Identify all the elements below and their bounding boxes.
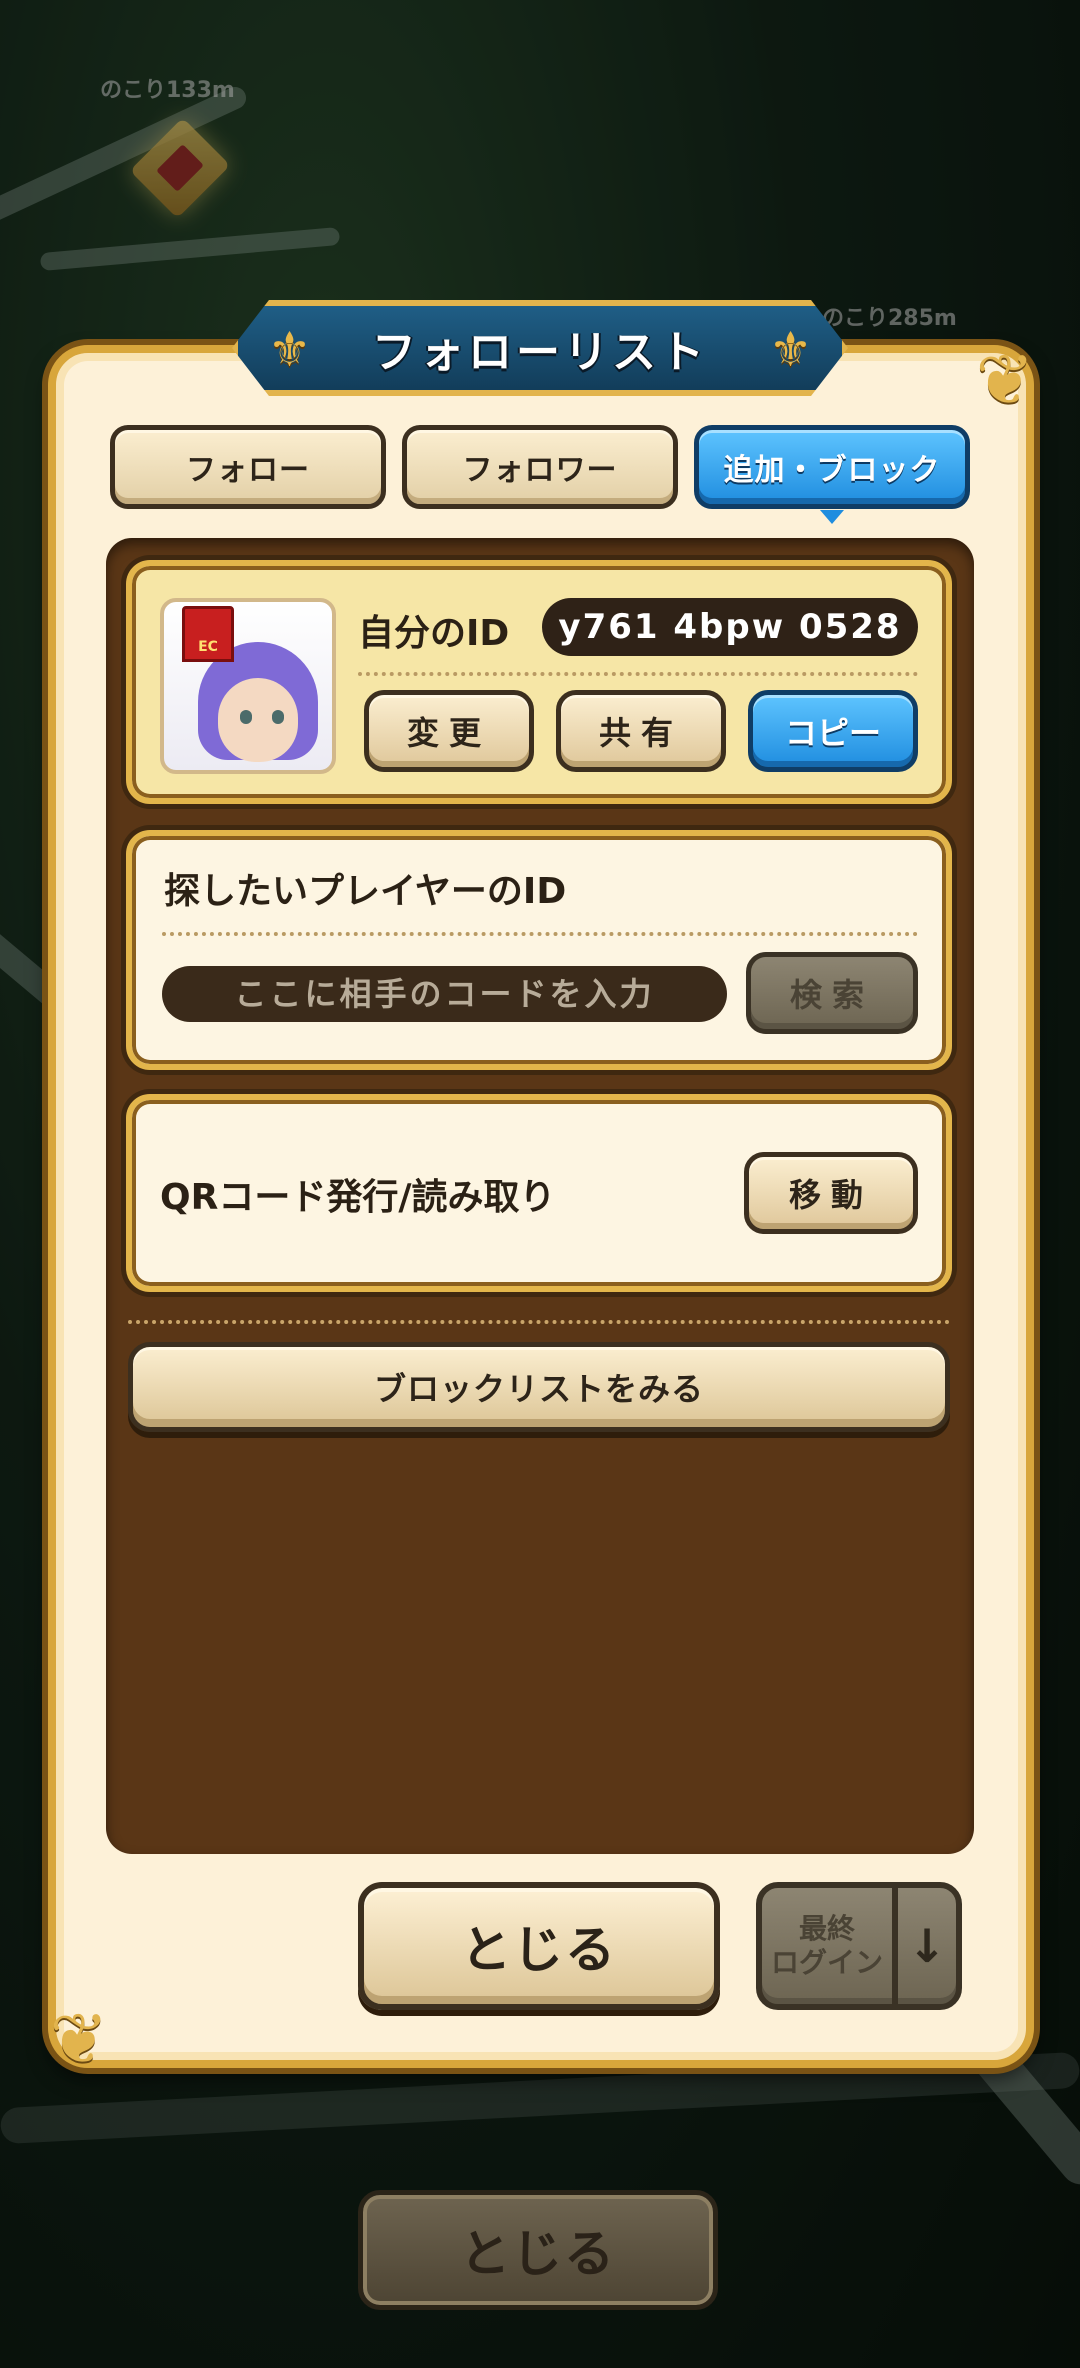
player-id-input[interactable] xyxy=(162,966,727,1022)
corner-ornament-icon: ❦ xyxy=(975,339,1035,421)
close-button[interactable]: とじる xyxy=(358,1882,720,2010)
copy-id-button[interactable]: コピー xyxy=(748,690,918,772)
avatar: EC xyxy=(160,598,336,774)
sort-label-line1: 最終 xyxy=(798,1912,855,1945)
avatar-eye xyxy=(272,710,284,724)
dotted-divider xyxy=(128,1320,950,1324)
dialog-title-plate: ⚜ フォローリスト ⚜ xyxy=(232,300,848,396)
share-id-button[interactable]: 共有 xyxy=(556,690,726,772)
fleur-de-lis-icon: ⚜ xyxy=(268,322,312,378)
my-id-label: 自分のID xyxy=(358,613,510,654)
change-id-button[interactable]: 変更 xyxy=(364,690,534,772)
corner-ornament-icon: ❦ xyxy=(49,1998,109,2080)
dotted-divider xyxy=(358,672,918,676)
avatar-face xyxy=(218,678,298,762)
dialog-title: フォローリスト xyxy=(372,327,708,378)
my-id-value: y761 4bpw 0528 xyxy=(542,598,918,656)
qr-move-button[interactable]: 移動 xyxy=(744,1152,918,1234)
background-close-button[interactable]: とじる xyxy=(358,2190,718,2310)
search-title: 探したいプレイヤーのID xyxy=(164,871,567,912)
search-button[interactable]: 検索 xyxy=(746,952,918,1034)
dotted-divider xyxy=(162,932,918,936)
tab-follow[interactable]: フォロー xyxy=(110,425,386,509)
view-block-list-button[interactable]: ブロックリストをみる xyxy=(128,1342,950,1432)
sort-label: 最終 ログイン xyxy=(762,1888,892,2004)
rank-badge: EC xyxy=(182,606,234,662)
tab-followers[interactable]: フォロワー xyxy=(402,425,678,509)
sort-label-line2: ログイン xyxy=(770,1946,883,1979)
qr-code-label: QRコード発行/読み取り xyxy=(160,1177,556,1218)
tab-add-block[interactable]: 追加・ブロック xyxy=(694,425,970,524)
arrow-down-icon[interactable]: ↓ xyxy=(898,1888,956,2004)
avatar-eye xyxy=(240,710,252,724)
fleur-de-lis-icon: ⚜ xyxy=(768,322,812,378)
sort-last-login-button[interactable]: 最終 ログイン ↓ xyxy=(756,1882,962,2010)
